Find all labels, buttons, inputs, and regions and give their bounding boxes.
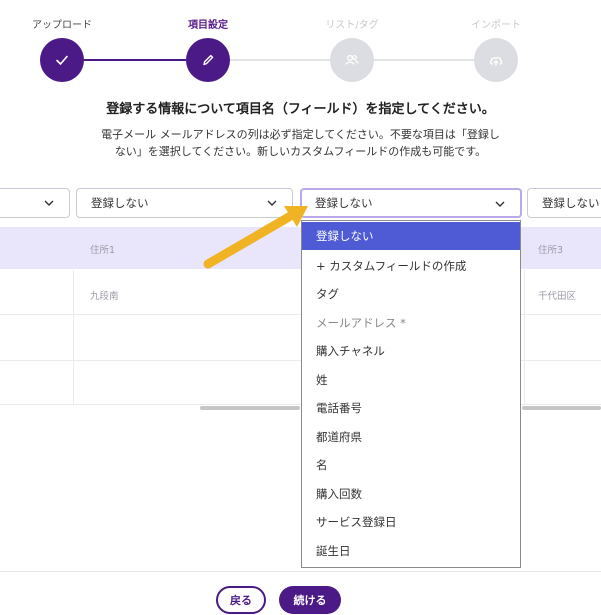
page-description: 電子メール メールアドレスの列は必ず指定してください。不要な項目は「登録し ない…: [0, 126, 601, 160]
annotation-arrow-icon: [203, 206, 308, 269]
column-header: 住所3: [538, 245, 564, 256]
field-select-value: 登録しない: [315, 196, 373, 210]
table-column-divider: [524, 270, 525, 404]
chevron-down-icon: [44, 200, 54, 206]
dropdown-option-purchase-channel[interactable]: 購入チャネル: [302, 337, 520, 365]
dropdown-option-prefecture[interactable]: 都道府県: [302, 423, 520, 451]
check-icon: [56, 55, 68, 65]
step-label-import: インポート: [471, 20, 521, 31]
field-select-col-2[interactable]: 登録しない: [300, 188, 522, 218]
stepper-line-pending-2: [374, 59, 474, 61]
import-wizard: アップロード 項目設定 リスト/タグ インポート 登録する情報について項目名（フ…: [0, 0, 601, 615]
dropdown-option-service-signup-date[interactable]: サービス登録日: [302, 508, 520, 536]
step-label-field-settings: 項目設定: [188, 20, 228, 31]
dropdown-option-email[interactable]: メールアドレス *: [302, 309, 520, 337]
continue-button[interactable]: 続ける: [279, 586, 341, 614]
table-column-divider: [73, 270, 74, 404]
cloud-upload-icon: [489, 56, 503, 67]
horizontal-scrollbar-thumb[interactable]: [522, 406, 601, 410]
dropdown-option-tag[interactable]: タグ: [302, 280, 520, 308]
field-select-value: 登録しない: [91, 196, 149, 210]
column-header: 住所1: [90, 245, 116, 256]
field-select-value: 登録しない: [542, 196, 600, 210]
field-select-col-0[interactable]: [0, 188, 70, 218]
step-field-settings[interactable]: [186, 38, 230, 82]
page-title: 登録する情報について項目名（フィールド）を指定してください。: [106, 102, 495, 117]
footer-divider: [0, 571, 601, 572]
stepper-line-pending-1: [230, 59, 330, 61]
dropdown-option-last-name[interactable]: 姓: [302, 366, 520, 394]
table-cell: 九段南: [90, 291, 119, 302]
dropdown-option-birthday[interactable]: 誕生日: [302, 537, 520, 565]
dropdown-option-purchase-count[interactable]: 購入回数: [302, 480, 520, 508]
users-icon: [345, 55, 359, 65]
description-line-2: ない」を選択してください。新しいカスタムフィールドの作成も可能です。: [114, 145, 487, 158]
step-list-tag[interactable]: [330, 38, 374, 82]
field-dropdown-menu: 登録しない + カスタムフィールドの作成 タグ メールアドレス * 購入チャネル…: [301, 220, 521, 568]
dropdown-option-create-custom-field[interactable]: + カスタムフィールドの作成: [302, 252, 520, 280]
chevron-down-icon: [495, 201, 505, 207]
dropdown-option-first-name[interactable]: 名: [302, 451, 520, 479]
dropdown-option-phone[interactable]: 電話番号: [302, 394, 520, 422]
stepper-line-done: [84, 59, 186, 61]
step-import[interactable]: [474, 38, 518, 82]
dropdown-option-do-not-register[interactable]: 登録しない: [302, 222, 520, 250]
horizontal-scrollbar[interactable]: [200, 406, 300, 410]
back-button[interactable]: 戻る: [216, 586, 266, 614]
table-cell: 千代田区: [538, 291, 577, 302]
description-line-1: 電子メール メールアドレスの列は必ず指定してください。不要な項目は「登録し: [101, 128, 500, 141]
step-label-upload: アップロード: [32, 20, 92, 31]
step-label-list-tag: リスト/タグ: [325, 20, 379, 31]
pencil-icon: [203, 54, 214, 66]
field-select-col-3[interactable]: 登録しない: [527, 188, 601, 218]
step-upload[interactable]: [40, 38, 84, 82]
